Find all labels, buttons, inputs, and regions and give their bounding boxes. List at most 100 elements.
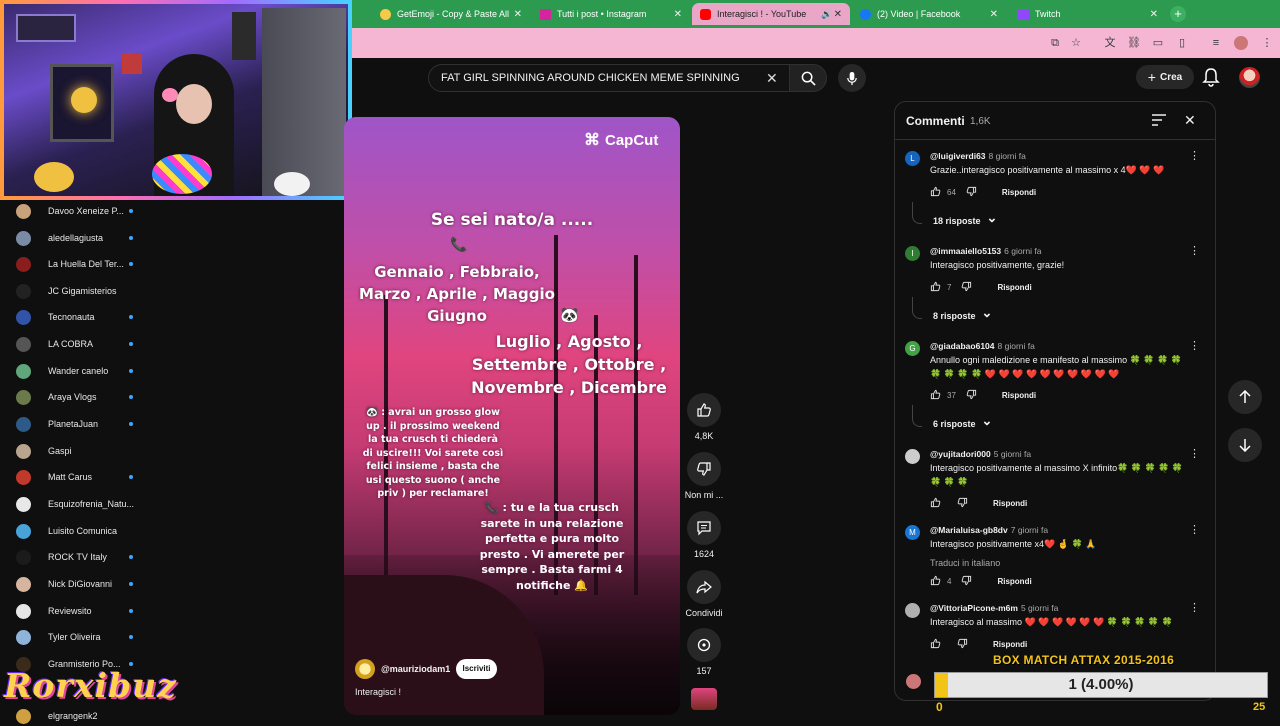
sidebar-subscription-item[interactable]: Tecnonauta [16, 307, 336, 327]
sidebar-subscription-item[interactable]: Esquizofrenia_Natu... [16, 494, 336, 514]
close-comments-icon[interactable]: ✕ [1184, 112, 1196, 129]
tab-getemoji[interactable]: GetEmoji - Copy & Paste All ✕ [372, 3, 530, 25]
comment-more-icon[interactable]: ⋮ [1189, 601, 1200, 614]
chrome-menu-icon[interactable]: ⋮ [1260, 36, 1274, 50]
comment-more-icon[interactable]: ⋮ [1189, 523, 1200, 536]
commenter-avatar[interactable]: I [905, 246, 920, 261]
comment-dislike-icon[interactable] [957, 638, 968, 651]
channel-avatar[interactable] [355, 659, 375, 679]
tab-twitch[interactable]: Twitch ✕ [1010, 3, 1166, 25]
comment-author-name[interactable]: @Marialuisa-gb8dv [930, 525, 1008, 535]
address-field[interactable] [356, 32, 1280, 54]
extensions-icon[interactable]: ▯ [1175, 36, 1189, 50]
channel-name[interactable]: @mauriziodam1 [381, 664, 450, 674]
comments-button[interactable] [687, 511, 721, 545]
tab-facebook[interactable]: (2) Video | Facebook ✕ [852, 3, 1006, 25]
comment-like-icon[interactable] [930, 575, 941, 588]
close-tab-icon[interactable]: ✕ [514, 9, 522, 20]
reply-button[interactable]: Rispondi [1002, 188, 1036, 197]
comment-more-icon[interactable]: ⋮ [1189, 447, 1200, 460]
sidebar-subscription-item[interactable]: aledellagiusta [16, 228, 336, 248]
sidebar-subscription-item[interactable]: Wander canelo [16, 361, 336, 381]
bookmark-star-icon[interactable]: ☆ [1069, 36, 1083, 50]
tab-youtube[interactable]: Interagisci ! - YouTube 🔊 ✕ [692, 3, 850, 25]
comment-timestamp[interactable]: 8 giorni fa [989, 151, 1026, 161]
sidebar-subscription-item[interactable]: elgrangenk2 [16, 706, 336, 726]
comment-dislike-icon[interactable] [957, 497, 968, 510]
comment-timestamp[interactable]: 6 giorni fa [1004, 246, 1041, 256]
sidebar-subscription-item[interactable]: Reviewsito [16, 601, 336, 621]
speaker-icon[interactable]: 🔊 [821, 9, 832, 20]
comment-timestamp[interactable]: 5 giorni fa [1021, 603, 1058, 613]
comment-like-icon[interactable] [930, 186, 941, 199]
commenter-avatar[interactable]: G [905, 341, 920, 356]
sidebar-subscription-item[interactable]: Gaspi [16, 441, 336, 461]
previous-video-button[interactable] [1228, 380, 1262, 414]
comment-author[interactable]: @immaaiello5153 6 giorni fa [930, 246, 1041, 256]
comment-like-icon[interactable] [930, 281, 941, 294]
comment-like-icon[interactable] [930, 638, 941, 651]
share-button[interactable] [687, 570, 721, 604]
commenter-avatar[interactable] [905, 603, 920, 618]
sidebar-subscription-item[interactable]: ROCK TV Italy [16, 547, 336, 567]
comment-dislike-icon[interactable] [961, 575, 972, 588]
comment-author-name[interactable]: @giadabao6104 [930, 341, 995, 351]
comment-author[interactable]: @luigiverdi63 8 giorni fa [930, 151, 1026, 161]
next-video-button[interactable] [1228, 428, 1262, 462]
commenter-avatar[interactable]: L [905, 151, 920, 166]
view-replies-button[interactable]: 8 risposte ⌄ [933, 305, 992, 321]
sidebar-subscription-item[interactable]: LA COBRA [16, 334, 336, 354]
comment-author-name[interactable]: @luigiverdi63 [930, 151, 986, 161]
comment-like-icon[interactable] [930, 389, 941, 402]
clear-search-icon[interactable]: ✕ [766, 70, 778, 87]
profile-avatar-icon[interactable] [1234, 36, 1248, 50]
reading-list-icon[interactable]: ▭ [1151, 36, 1165, 50]
reply-button[interactable]: Rispondi [993, 640, 1027, 649]
sidebar-subscription-item[interactable]: JC Gigamisterios [16, 281, 336, 301]
comment-author[interactable]: @yujitadori000 5 giorni fa [930, 449, 1031, 459]
reply-button[interactable]: Rispondi [997, 577, 1031, 586]
new-tab-button[interactable]: + [1170, 6, 1186, 22]
install-app-icon[interactable]: ⧉ [1048, 36, 1062, 50]
like-button[interactable] [687, 393, 721, 427]
comment-author[interactable]: @VittoriaPicone-m6m 5 giorni fa [930, 603, 1058, 613]
comment-more-icon[interactable]: ⋮ [1189, 244, 1200, 257]
comment-dislike-icon[interactable] [961, 281, 972, 294]
comment-author[interactable]: @giadabao6104 8 giorni fa [930, 341, 1035, 351]
search-button[interactable] [789, 64, 827, 92]
voice-search-button[interactable] [838, 64, 866, 92]
comment-author-name[interactable]: @immaaiello5153 [930, 246, 1001, 256]
close-tab-icon[interactable]: ✕ [834, 9, 842, 20]
sound-thumbnail[interactable] [691, 688, 717, 710]
close-tab-icon[interactable]: ✕ [674, 9, 682, 20]
tab-instagram[interactable]: Tutti i post • Instagram ✕ [532, 3, 690, 25]
view-replies-button[interactable]: 6 risposte ⌄ [933, 413, 992, 429]
commenter-avatar[interactable]: M [905, 525, 920, 540]
comment-more-icon[interactable]: ⋮ [1189, 339, 1200, 352]
comment-timestamp[interactable]: 8 giorni fa [998, 341, 1035, 351]
sidebar-subscription-item[interactable]: La Huella Del Ter... [16, 254, 336, 274]
comment-author-name[interactable]: @yujitadori000 [930, 449, 991, 459]
view-replies-button[interactable]: 18 risposte ⌄ [933, 210, 997, 226]
search-input[interactable]: FAT GIRL SPINNING AROUND CHICKEN MEME SP… [428, 64, 790, 92]
comment-timestamp[interactable]: 7 giorni fa [1011, 525, 1048, 535]
comment-author-name[interactable]: @VittoriaPicone-m6m [930, 603, 1018, 613]
sidebar-subscription-item[interactable]: Tyler Oliveira [16, 627, 336, 647]
sort-icon[interactable] [1152, 114, 1166, 126]
sidebar-subscription-item[interactable]: Matt Carus [16, 467, 336, 487]
comment-author[interactable]: @Marialuisa-gb8dv 7 giorni fa [930, 525, 1048, 535]
link-icon[interactable]: ⛓ [1127, 36, 1141, 50]
reply-button[interactable]: Rispondi [1002, 391, 1036, 400]
sidebar-subscription-item[interactable]: Nick DiGiovanni [16, 574, 336, 594]
remix-button[interactable] [687, 628, 721, 662]
sidebar-subscription-item[interactable]: PlanetaJuan [16, 414, 336, 434]
notifications-bell-icon[interactable] [1202, 67, 1220, 87]
reply-button[interactable]: Rispondi [993, 499, 1027, 508]
sidebar-subscription-item[interactable]: Luisito Comunica [16, 521, 336, 541]
sidebar-subscription-item[interactable]: Araya Vlogs [16, 387, 336, 407]
create-button[interactable]: + Crea [1136, 65, 1194, 89]
commenter-avatar[interactable] [905, 449, 920, 464]
dislike-button[interactable] [687, 452, 721, 486]
media-controls-icon[interactable]: ≡ [1209, 36, 1223, 50]
comment-dislike-icon[interactable] [966, 389, 977, 402]
